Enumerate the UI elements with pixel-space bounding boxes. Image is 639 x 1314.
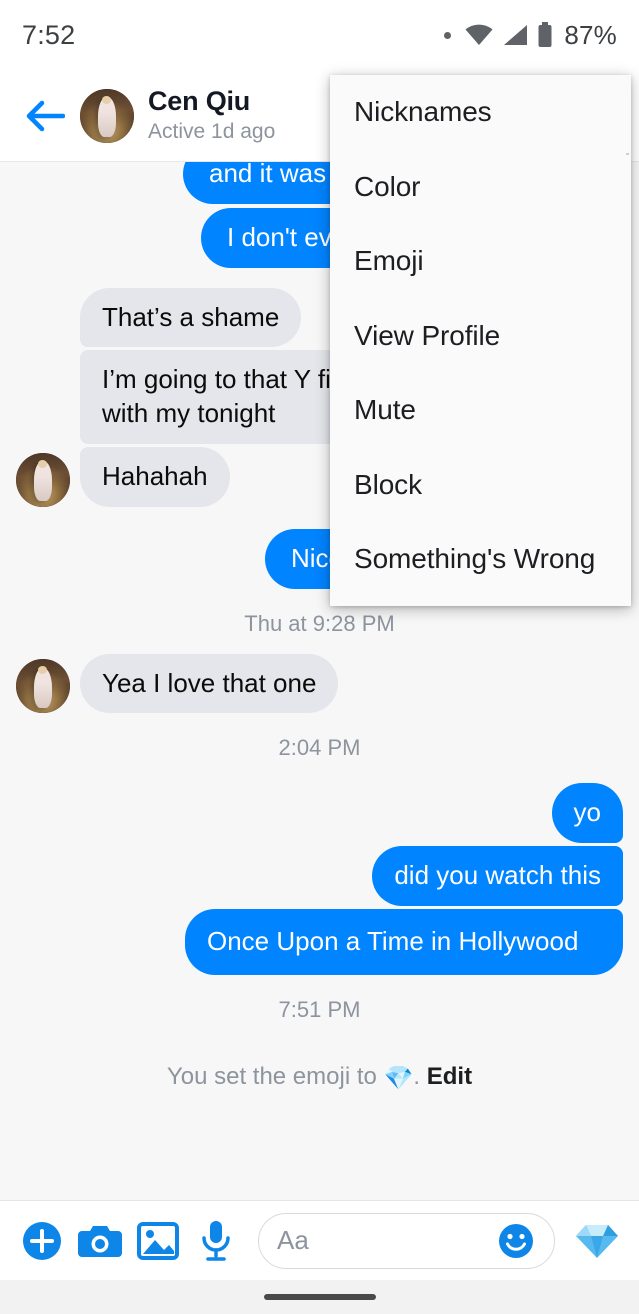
back-button[interactable] xyxy=(18,89,72,143)
cell-signal-icon xyxy=(504,25,528,45)
gallery-button[interactable] xyxy=(132,1215,184,1267)
camera-icon xyxy=(78,1225,122,1257)
plus-circle-icon xyxy=(23,1221,61,1260)
status-bar-clock: 7:52 xyxy=(22,19,76,50)
edit-emoji-link[interactable]: Edit xyxy=(427,1063,472,1090)
gallery-icon xyxy=(137,1221,179,1260)
message-bubble-incoming[interactable]: Yea I love that one xyxy=(80,653,339,714)
home-gesture-pill[interactable] xyxy=(263,1294,376,1300)
battery-icon xyxy=(538,22,552,47)
menu-item-block[interactable]: Block xyxy=(330,448,631,523)
message-row: Yea I love that one xyxy=(0,653,639,714)
emoji-picker-button[interactable] xyxy=(496,1221,536,1261)
gem-emoji-icon: 💎 xyxy=(383,1064,414,1092)
message-bubble-outgoing[interactable]: Once Upon a Time in Hollywood xyxy=(185,908,623,975)
smiley-face-icon xyxy=(499,1223,533,1258)
menu-item-somethings-wrong[interactable]: Something's Wrong xyxy=(330,522,631,597)
menu-item-color[interactable]: Color xyxy=(330,150,631,225)
menu-scrollbar[interactable] xyxy=(626,153,629,155)
emoji-notice-suffix: . xyxy=(413,1062,427,1090)
message-input-placeholder: Aa xyxy=(277,1225,309,1255)
microphone-button[interactable] xyxy=(190,1215,242,1267)
status-bar: 7:52 87% xyxy=(0,0,639,70)
back-arrow-icon xyxy=(26,100,65,131)
message-composer: Aa xyxy=(0,1200,639,1280)
avatar[interactable] xyxy=(16,659,70,714)
status-bar-icons: 87% xyxy=(444,20,617,51)
conversation-timestamp: 7:51 PM xyxy=(278,996,361,1022)
message-row: did you watch this xyxy=(0,846,639,906)
dot-indicator-icon xyxy=(444,31,452,39)
avatar-figure xyxy=(34,668,52,708)
camera-button[interactable] xyxy=(74,1215,126,1267)
avatar[interactable] xyxy=(80,88,134,143)
header-text-block[interactable]: Cen Qiu Active 1d ago xyxy=(148,86,275,146)
message-row: Once Upon a Time in Hollywood xyxy=(0,908,639,975)
menu-item-view-profile[interactable]: View Profile xyxy=(330,299,631,374)
message-bubble-incoming[interactable]: Hahahah xyxy=(80,446,230,507)
contact-name: Cen Qiu xyxy=(148,85,251,116)
menu-item-nicknames[interactable]: Nicknames xyxy=(330,75,631,150)
message-bubble-outgoing[interactable]: did you watch this xyxy=(372,846,623,906)
messenger-conversation-screen: 7:52 87% Cen Qiu Active 1d ago and it wa… xyxy=(0,0,639,1314)
contact-active-status: Active 1d ago xyxy=(148,119,276,143)
menu-item-emoji[interactable]: Emoji xyxy=(330,224,631,299)
gem-emoji-icon xyxy=(576,1224,618,1258)
avatar[interactable] xyxy=(16,452,70,507)
menu-item-mute[interactable]: Mute xyxy=(330,373,631,448)
gem-emoji-button[interactable] xyxy=(571,1215,623,1267)
system-navigation-bar xyxy=(0,1280,639,1314)
message-input-field[interactable]: Aa xyxy=(258,1212,555,1269)
wifi-icon xyxy=(465,24,493,45)
microphone-icon xyxy=(202,1220,230,1261)
avatar-head xyxy=(102,95,112,104)
plus-circle-button[interactable] xyxy=(16,1215,68,1267)
message-bubble-incoming[interactable]: That’s a shame xyxy=(80,287,302,348)
battery-percentage: 87% xyxy=(564,19,617,50)
emoji-set-notice: You set the emoji to 💎. Edit xyxy=(0,1037,639,1103)
conversation-options-menu[interactable]: Nicknames Color Emoji View Profile Mute … xyxy=(330,75,631,606)
message-bubble-outgoing[interactable]: yo xyxy=(551,783,623,844)
emoji-notice-prefix: You set the emoji to xyxy=(166,1062,384,1090)
message-row: yo xyxy=(0,783,639,844)
conversation-timestamp: 2:04 PM xyxy=(278,735,361,761)
